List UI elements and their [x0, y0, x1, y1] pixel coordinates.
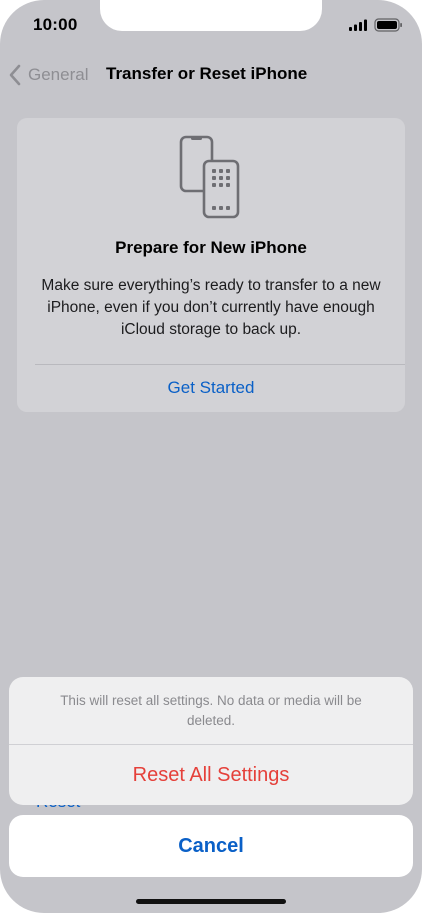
- cancel-button[interactable]: Cancel: [9, 815, 413, 877]
- action-sheet: This will reset all settings. No data or…: [9, 677, 413, 805]
- reset-all-settings-button[interactable]: Reset All Settings: [9, 745, 413, 805]
- card-divider: [35, 364, 405, 365]
- phone-screen: 10:00 General Transfer or Reset iPhone P…: [0, 0, 422, 913]
- home-indicator: [136, 899, 286, 904]
- status-icons: [349, 18, 405, 34]
- cellular-signal-icon: [349, 19, 367, 31]
- back-button-label: General: [28, 65, 89, 84]
- back-button[interactable]: General: [8, 62, 88, 88]
- action-sheet-message: This will reset all settings. No data or…: [60, 693, 362, 728]
- card-description: Make sure everything’s ready to transfer…: [41, 277, 381, 338]
- prepare-for-new-iphone-card: Prepare for New iPhone Make sure everyth…: [17, 118, 405, 412]
- status-time: 10:00: [33, 15, 78, 34]
- chevron-left-icon: [9, 64, 21, 86]
- page-title: Transfer or Reset iPhone: [106, 64, 308, 83]
- card-title: Prepare for New iPhone: [115, 238, 307, 257]
- notch: [100, 0, 322, 31]
- get-started-button[interactable]: Get Started: [17, 378, 405, 398]
- battery-icon: [374, 18, 402, 32]
- phone-transfer-icon: [179, 135, 240, 219]
